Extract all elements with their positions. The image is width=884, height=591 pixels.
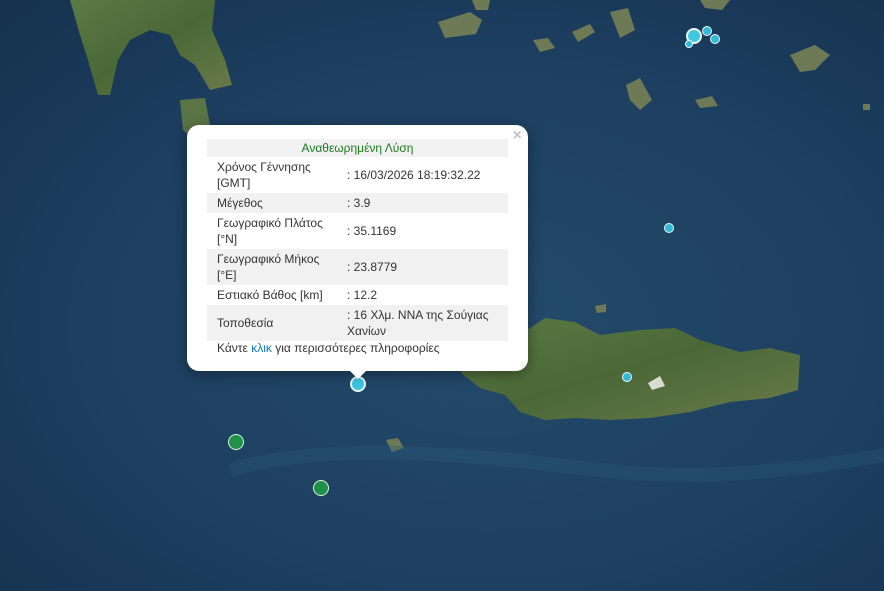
table-row: Μέγεθος : 3.9 xyxy=(207,193,508,213)
table-row: Εστιακό Βάθος [km] : 12.2 xyxy=(207,285,508,305)
longitude-label: Γεωγραφικό Μήκος [°E] xyxy=(207,249,337,285)
table-row: Τοποθεσία : 16 Χλμ. ΝΝΑ της Σούγιας Χανί… xyxy=(207,305,508,341)
close-icon[interactable]: × xyxy=(513,128,522,144)
earthquake-marker-older[interactable] xyxy=(228,434,244,450)
island xyxy=(863,104,870,110)
location-value: : 16 Χλμ. ΝΝΑ της Σούγιας Χανίων xyxy=(337,305,508,341)
table-row: Γεωγραφικό Μήκος [°E] : 23.8779 xyxy=(207,249,508,285)
earthquake-marker-older[interactable] xyxy=(313,480,329,496)
more-info-suffix: για περισσότερες πληροφορίες xyxy=(271,341,440,355)
earthquake-details-table: Αναθεωρημένη Λύση Χρόνος Γέννησης [GMT] … xyxy=(207,139,508,341)
magnitude-value: : 3.9 xyxy=(337,193,508,213)
popup-title-row: Αναθεωρημένη Λύση xyxy=(207,139,508,157)
magnitude-label: Μέγεθος xyxy=(207,193,337,213)
longitude-value: : 23.8779 xyxy=(337,249,508,285)
earthquake-marker-recent[interactable] xyxy=(622,372,632,382)
earthquake-marker-recent[interactable] xyxy=(664,223,674,233)
table-row: Χρόνος Γέννησης [GMT] : 16/03/2026 18:19… xyxy=(207,157,508,193)
popup-pointer xyxy=(350,371,366,379)
more-info-prefix: Κάντε xyxy=(217,341,252,355)
latitude-value: : 35.1169 xyxy=(347,224,397,238)
location-label: Τοποθεσία xyxy=(207,305,337,341)
origin-time-label: Χρόνος Γέννησης [GMT] xyxy=(217,160,311,190)
depth-label: Εστιακό Βάθος [km] xyxy=(217,288,323,302)
earthquake-marker-recent[interactable] xyxy=(685,40,693,48)
depth-value: : 12.2 xyxy=(347,288,378,302)
earthquake-marker-recent[interactable] xyxy=(710,34,720,44)
table-row: Γεωγραφικό Πλάτος [°N] : 35.1169 xyxy=(207,213,508,249)
more-info-line: Κάντε κλικ για περισσότερες πληροφορίες xyxy=(217,341,440,355)
earthquake-info-popup: × Αναθεωρημένη Λύση Χρόνος Γέννησης [GMT… xyxy=(187,125,528,379)
popup-title: Αναθεωρημένη Λύση xyxy=(207,139,508,157)
more-info-link[interactable]: κλικ xyxy=(251,341,272,355)
latitude-label: Γεωγραφικό Πλάτος [°N] xyxy=(217,216,323,246)
origin-time-value: : 16/03/2026 18:19:32.22 xyxy=(347,168,481,182)
